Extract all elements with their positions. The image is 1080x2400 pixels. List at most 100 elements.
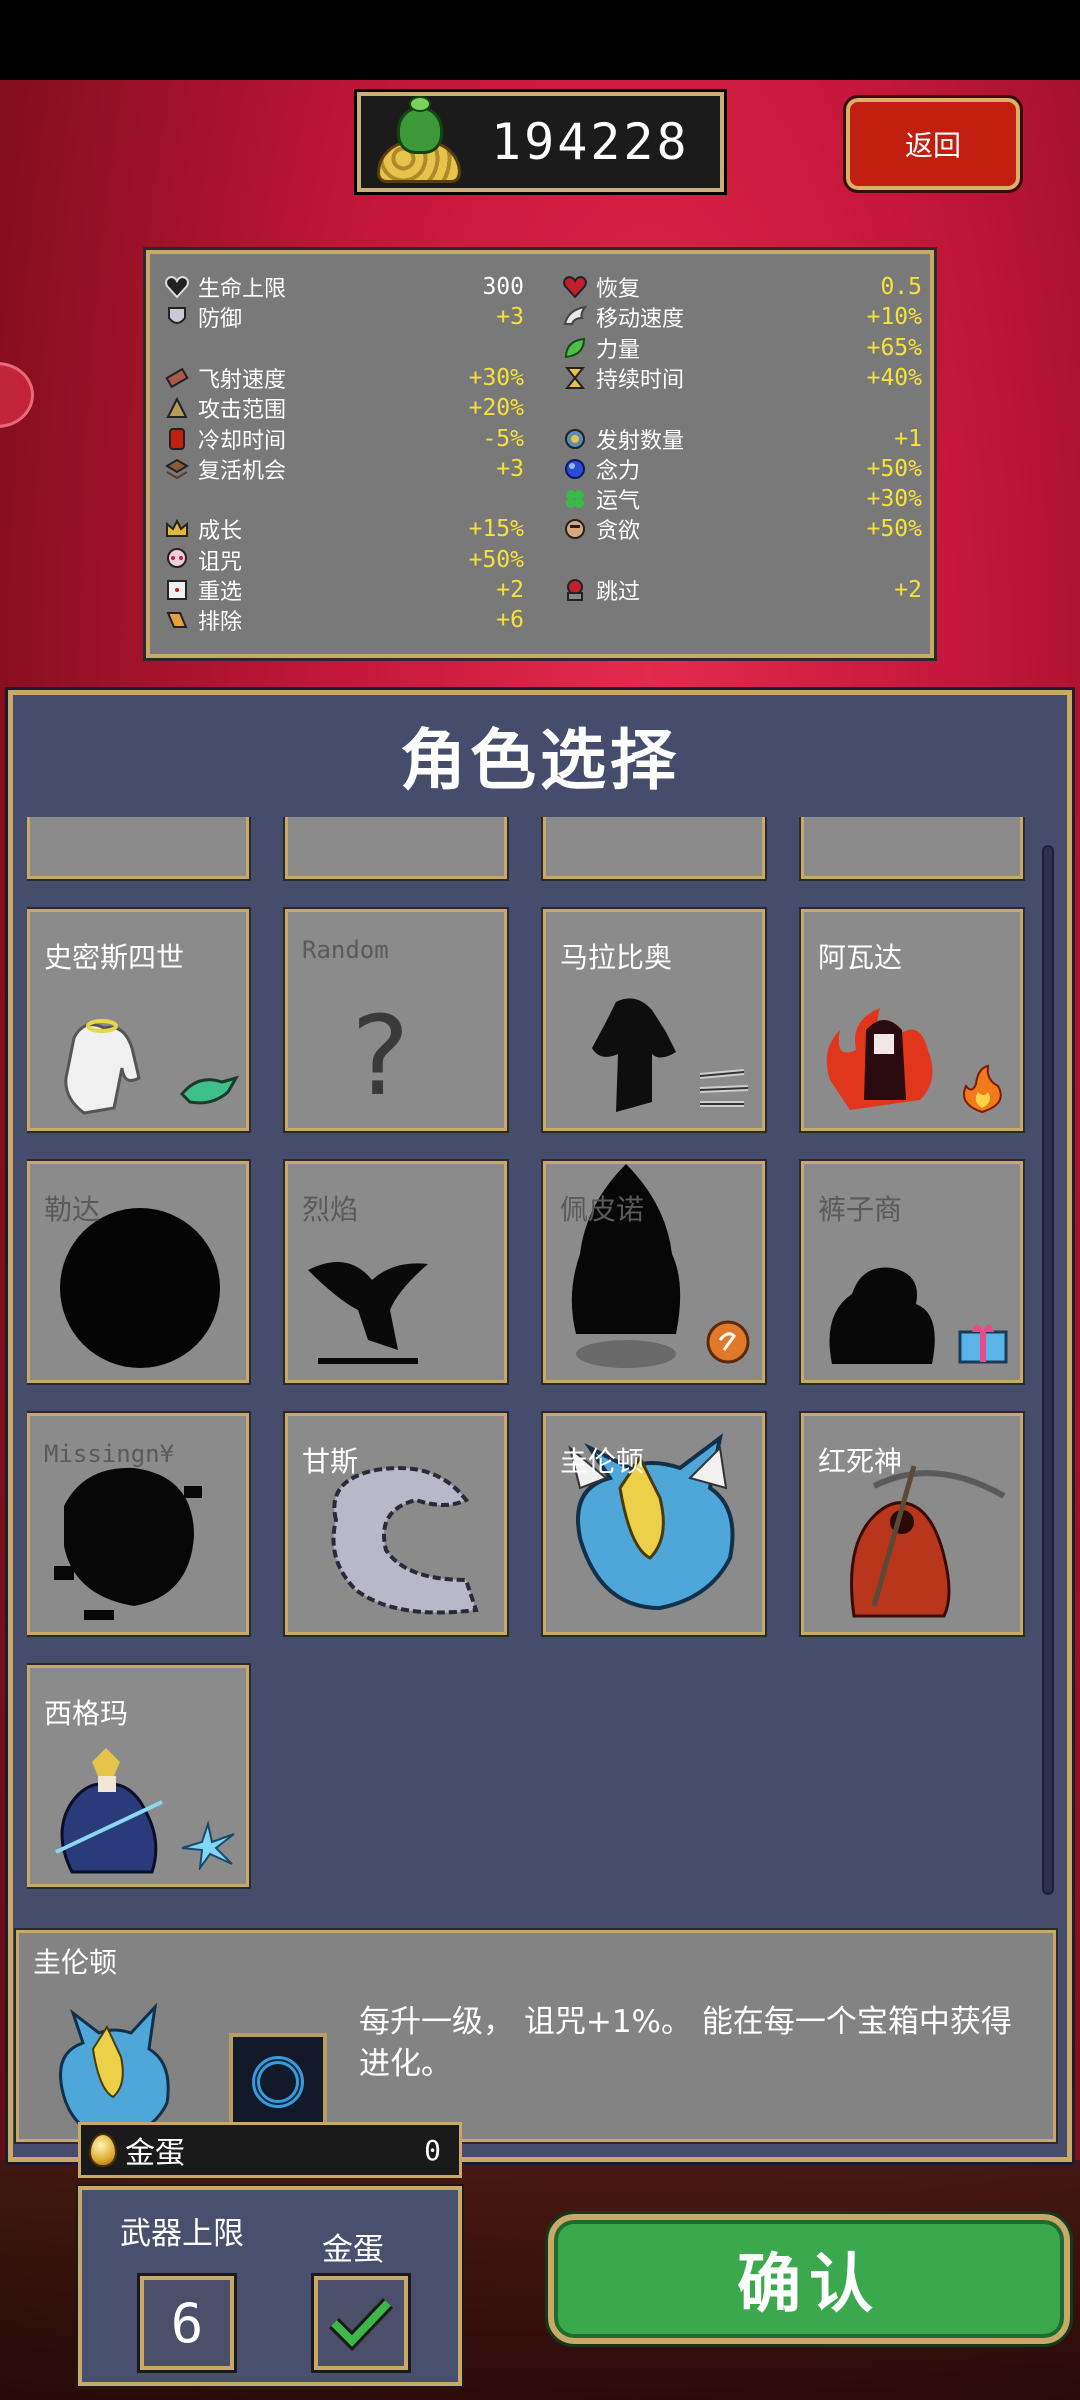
stat-row: 生命上限 300	[164, 272, 524, 302]
character-grid[interactable]: 史密斯四世 Random ? 马拉比奥 阿瓦达 勒达 烈焰 佩皮诺 裤子商 Mi…	[27, 817, 1037, 1909]
stat-row: 防御 +3	[164, 302, 524, 332]
character-card[interactable]: 烈焰	[283, 1159, 509, 1385]
area-icon	[164, 395, 190, 421]
character-card[interactable]: 史密斯四世	[27, 907, 251, 1133]
stat-row: 跳过 +2	[562, 575, 922, 605]
page-title: 角色选择	[400, 722, 680, 799]
weapon-limit-label: 武器上限	[120, 2216, 244, 2252]
stat-value: +50%	[468, 546, 524, 573]
golden-egg-checkbox[interactable]	[311, 2273, 411, 2373]
stat-value: +30%	[468, 364, 524, 391]
greed-icon	[562, 516, 588, 542]
confirm-button[interactable]: 确认	[545, 2211, 1073, 2347]
character-name: 阿瓦达	[818, 941, 903, 974]
coin-bag-icon	[371, 96, 471, 188]
banish-icon	[164, 607, 190, 633]
golden-egg-label: 金蛋	[125, 2136, 185, 2171]
bird-item-icon	[179, 1075, 240, 1105]
knives-item-icon	[699, 1069, 749, 1107]
stat-label: 持续时间	[596, 367, 685, 393]
stat-row: 贪欲 +50%	[562, 514, 922, 544]
recovery-icon	[562, 274, 588, 300]
stat-label: 跳过	[596, 580, 641, 605]
stat-row: 念力 +50%	[562, 454, 922, 484]
sigma-sprite-icon	[55, 1748, 163, 1874]
stat-value: +50%	[866, 516, 922, 543]
stat-value: 300	[482, 274, 524, 300]
weapon-limit-value[interactable]: 6	[137, 2273, 237, 2373]
stat-row: 发射数量 +1	[562, 424, 922, 454]
stat-value: +50%	[866, 455, 922, 482]
stat-label: 防御	[198, 307, 243, 333]
character-card[interactable]: 裤子商	[799, 1159, 1025, 1385]
character-name: Random	[302, 936, 389, 964]
character-name: 马拉比奥	[560, 941, 673, 974]
stat-value: +2	[894, 577, 922, 603]
back-button[interactable]: 返回	[843, 95, 1023, 193]
stat-value: +3	[496, 304, 524, 331]
shadow-figure-sprite-icon	[592, 998, 676, 1112]
character-card[interactable]: Missingn¥	[27, 1411, 251, 1637]
character-card-partial[interactable]	[541, 817, 767, 881]
hourglass-icon	[562, 365, 588, 391]
armor-icon	[164, 304, 190, 330]
stat-label: 发射数量	[596, 428, 685, 454]
revival-icon	[164, 456, 190, 482]
skull-icon	[164, 547, 190, 573]
character-card[interactable]: 佩皮诺	[541, 1159, 767, 1385]
stat-row: 力量 +65%	[562, 333, 922, 363]
flame-mage-sprite-icon	[826, 1008, 933, 1110]
locked-glitch-silhouette-icon	[54, 1467, 202, 1620]
character-card[interactable]: 阿瓦达	[799, 907, 1025, 1133]
character-card-random[interactable]: Random ?	[283, 907, 509, 1133]
character-card[interactable]: 红死神	[799, 1411, 1025, 1637]
gift-box-item-icon	[958, 1324, 1008, 1364]
character-card-partial[interactable]	[283, 817, 509, 881]
character-name: 烈焰	[302, 1193, 359, 1226]
character-name: 勒达	[44, 1193, 101, 1226]
character-card[interactable]: 勒达	[27, 1159, 251, 1385]
stat-row: 运气 +30%	[562, 484, 922, 514]
heart-icon	[164, 274, 190, 300]
stat-row: 飞射速度 +30%	[164, 363, 524, 393]
stat-row: 诅咒 +50%	[164, 545, 524, 575]
stat-value: +20%	[468, 395, 524, 422]
red-reaper-sprite-icon	[850, 1465, 1006, 1618]
character-card[interactable]: 西格玛	[27, 1663, 251, 1889]
ice-item-icon	[181, 1820, 235, 1870]
speed-icon	[164, 365, 190, 391]
side-tab[interactable]	[0, 362, 34, 428]
dice-icon	[164, 577, 190, 603]
checkmark-icon	[329, 2298, 394, 2351]
stat-row: 复活机会 +3	[164, 454, 524, 484]
character-name: 西格玛	[44, 1697, 129, 1730]
character-name: 圭伦顿	[560, 1445, 645, 1478]
stat-value: +30%	[866, 486, 922, 513]
gold-counter: 194228	[354, 89, 727, 195]
character-description-panel: 圭伦顿 每升一级， 诅咒+1%。 能在每一个宝箱中获得进化。	[14, 1928, 1058, 2144]
options-box: 武器上限 金蛋 6	[76, 2184, 464, 2388]
stat-label: 力量	[596, 337, 641, 363]
stat-label: 运气	[596, 489, 641, 515]
stat-row: 成长 +15%	[164, 514, 524, 544]
stat-label: 飞射速度	[198, 367, 287, 393]
clover-icon	[562, 486, 588, 512]
character-card[interactable]: 马拉比奥	[541, 907, 767, 1133]
character-card-partial[interactable]	[27, 817, 251, 881]
stat-label: 贪欲	[596, 519, 641, 545]
grid-scrollbar[interactable]	[1042, 845, 1054, 1895]
ghost-sprite-icon	[64, 1019, 141, 1115]
stat-row: 排除 +6	[164, 605, 524, 635]
stat-label: 攻击范围	[198, 398, 287, 424]
character-name: 甘斯	[302, 1445, 359, 1478]
stat-label: 恢复	[596, 277, 641, 302]
character-card[interactable]: 甘斯	[283, 1411, 509, 1637]
stat-row: 持续时间 +40%	[562, 363, 922, 393]
stats-panel: 生命上限 300 防御 +3 飞射速度 +30% 攻击范围 +20% 冷却时间 -5% 复活机会 +3…	[143, 247, 937, 661]
character-description-text: 每升一级， 诅咒+1%。 能在每一个宝箱中获得进化。	[359, 2004, 1012, 2082]
stat-value: +10%	[866, 304, 922, 331]
character-card-selected[interactable]: 圭伦顿	[541, 1411, 767, 1637]
stat-label: 重选	[198, 580, 243, 605]
character-card-partial[interactable]	[799, 817, 1025, 881]
amount-icon	[562, 426, 588, 452]
